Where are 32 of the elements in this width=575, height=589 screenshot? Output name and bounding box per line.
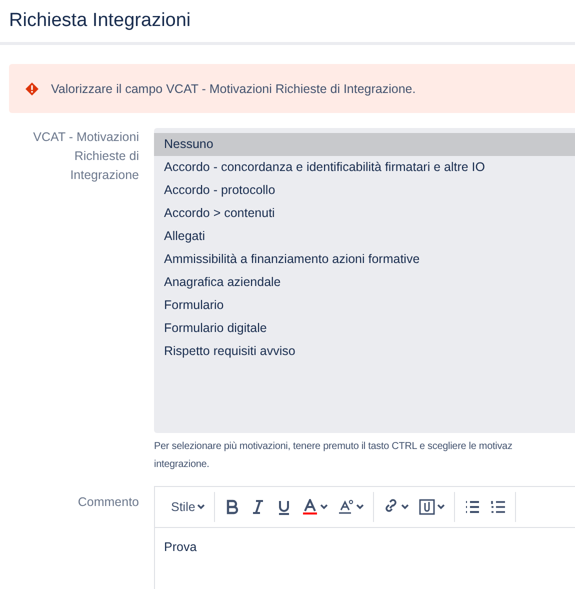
page-title: Richiesta Integrazioni xyxy=(9,10,191,32)
list-option[interactable]: Ammissibilità a finanziamento azioni formative xyxy=(154,248,575,271)
bold-icon xyxy=(224,499,240,515)
text-format-icon xyxy=(338,499,354,515)
list-option[interactable]: Nessuno xyxy=(154,133,575,156)
attachment-icon xyxy=(419,499,436,515)
list-option[interactable]: Accordo - concordanza e identificabilità firmatari e altre IO xyxy=(154,156,575,179)
error-message: Valorizzare il campo VCAT - Motivazioni Richieste di Integrazione. xyxy=(51,82,416,96)
list-option[interactable]: Accordo > contenuti xyxy=(154,202,575,225)
help-text: Per selezionare più motivazioni, tenere premuto il tasto CTRL e scegliere le motivaz integrazione. xyxy=(154,440,514,472)
numbered-list-icon xyxy=(490,499,506,515)
rich-text-editor[interactable]: Stile Prova xyxy=(154,486,575,589)
list-option[interactable]: Accordo - protocollo xyxy=(154,179,575,202)
field-label: Commento xyxy=(76,494,139,511)
error-icon xyxy=(25,82,39,96)
bullet-list-icon xyxy=(464,499,480,515)
text-color-icon xyxy=(302,499,318,515)
chevron-down-icon xyxy=(356,504,364,510)
chevron-down-icon xyxy=(197,504,206,510)
style-dropdown[interactable]: Stile xyxy=(166,492,210,522)
list-option[interactable]: Rispetto requisiti avviso xyxy=(154,340,575,363)
multi-select-list[interactable] xyxy=(154,128,575,433)
editor-text: Prova xyxy=(163,539,198,556)
chevron-down-icon xyxy=(401,504,410,510)
link-icon xyxy=(383,499,400,515)
chevron-down-icon xyxy=(437,504,446,510)
chevron-down-icon xyxy=(320,504,328,510)
field-label: VCAT - Motivazioni Richieste di Integrazione xyxy=(32,129,139,184)
list-option[interactable]: Allegati xyxy=(154,225,575,248)
list-option[interactable]: Formulario digitale xyxy=(154,317,575,340)
list-option[interactable]: Anagrafica aziendale xyxy=(154,271,575,294)
list-option[interactable]: Formulario xyxy=(154,294,575,317)
